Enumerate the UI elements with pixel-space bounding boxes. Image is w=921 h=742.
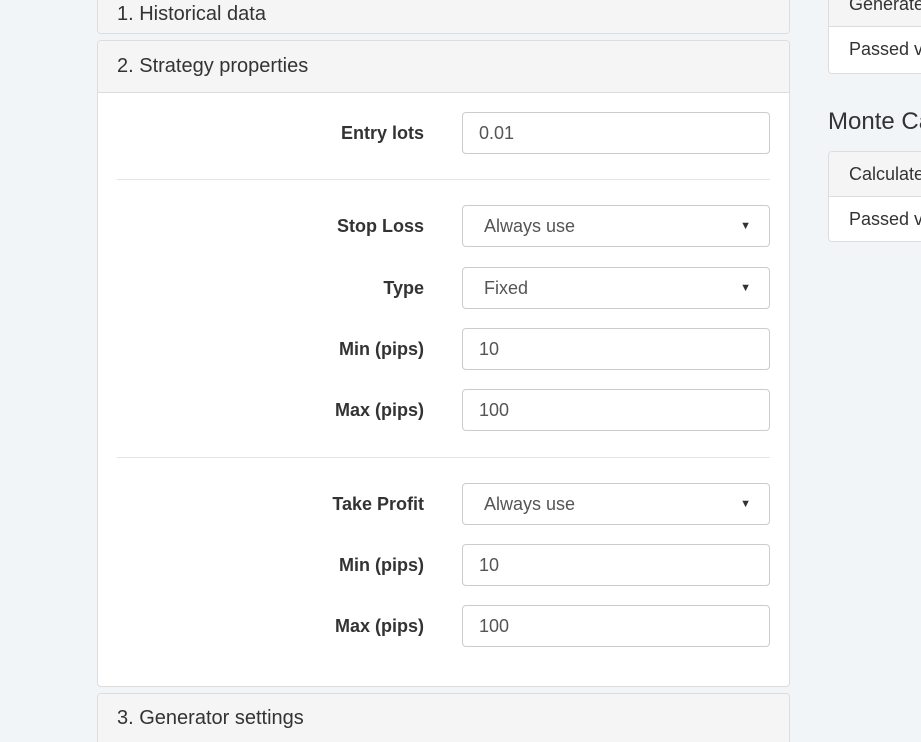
calculated-row: Calculated [829, 152, 921, 197]
take-profit-min-row: Min (pips) 10 [98, 544, 789, 586]
take-profit-row: Take Profit Always use ▼ [98, 483, 789, 525]
stop-loss-max-value: 100 [479, 400, 510, 420]
caret-down-icon: ▼ [740, 282, 751, 294]
caret-down-icon: ▼ [740, 220, 751, 232]
divider [117, 457, 770, 458]
stop-loss-max-label: Max (pips) [334, 400, 424, 420]
strategy-properties-header[interactable]: 2. Strategy properties [98, 41, 789, 93]
stop-loss-min-input[interactable]: 10 [462, 328, 770, 370]
historical-data-header[interactable]: 1. Historical data [98, 0, 789, 33]
divider [117, 179, 770, 180]
stop-loss-select[interactable]: Always use ▼ [462, 205, 770, 247]
take-profit-min-input[interactable]: 10 [462, 544, 770, 586]
historical-data-title: 1. Historical data [117, 2, 266, 25]
take-profit-max-row: Max (pips) 100 [98, 605, 789, 647]
stop-loss-max-input[interactable]: 100 [462, 389, 770, 431]
stop-loss-row: Stop Loss Always use ▼ [98, 205, 789, 247]
generator-settings-panel: 3. Generator settings [97, 693, 790, 742]
strategy-properties-title: 2. Strategy properties [117, 55, 309, 77]
take-profit-min-value: 10 [479, 555, 500, 575]
generator-settings-header[interactable]: 3. Generator settings [98, 694, 789, 742]
stop-loss-min-label: Min (pips) [339, 339, 424, 359]
stop-loss-max-row: Max (pips) 100 [98, 389, 789, 431]
passed-validation-row: Passed v [849, 39, 921, 59]
stop-loss-type-label: Type [383, 278, 424, 298]
stop-loss-type-value: Fixed [484, 278, 529, 298]
entry-lots-row: Entry lots 0.01 [98, 112, 789, 154]
take-profit-max-label: Max (pips) [334, 616, 424, 636]
monte-carlo-passed-row: Passed v [849, 209, 921, 229]
take-profit-select[interactable]: Always use ▼ [462, 483, 770, 525]
take-profit-value: Always use [484, 494, 576, 514]
take-profit-max-input[interactable]: 100 [462, 605, 770, 647]
monte-carlo-card: Calculated Passed v [828, 151, 921, 242]
stop-loss-label: Stop Loss [336, 216, 424, 236]
historical-data-panel: 1. Historical data [97, 0, 790, 34]
stop-loss-value: Always use [484, 216, 576, 236]
generator-stats-card: Generated Passed v [828, 0, 921, 74]
entry-lots-label: Entry lots [340, 123, 424, 143]
generated-row: Generated [829, 0, 921, 27]
entry-lots-input[interactable]: 0.01 [462, 112, 770, 154]
generator-settings-title: 3. Generator settings [117, 706, 304, 729]
take-profit-max-value: 100 [479, 616, 510, 636]
take-profit-min-label: Min (pips) [339, 555, 424, 575]
stop-loss-min-row: Min (pips) 10 [98, 328, 789, 370]
monte-carlo-title: Monte Ca [828, 108, 921, 135]
take-profit-label: Take Profit [332, 494, 424, 514]
stop-loss-min-value: 10 [479, 339, 500, 359]
caret-down-icon: ▼ [740, 498, 751, 510]
strategy-properties-panel: 2. Strategy properties Entry lots 0.01 S… [97, 40, 790, 687]
stop-loss-type-select[interactable]: Fixed ▼ [462, 267, 770, 309]
stop-loss-type-row: Type Fixed ▼ [98, 267, 789, 309]
entry-lots-value: 0.01 [479, 123, 515, 143]
